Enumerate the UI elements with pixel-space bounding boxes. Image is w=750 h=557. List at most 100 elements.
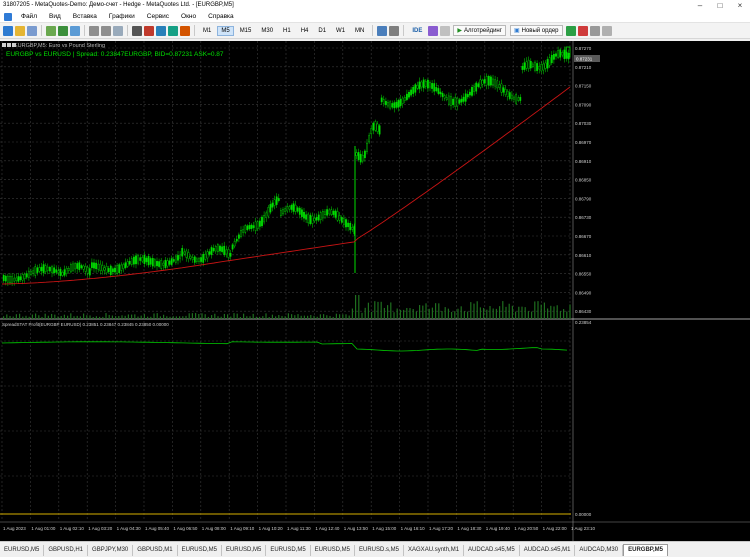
menu-file[interactable]: Файл [16, 13, 44, 20]
close-icon[interactable]: × [730, 0, 750, 11]
candle-body [130, 258, 133, 265]
candle-body [406, 93, 408, 100]
text-tool-icon[interactable] [180, 25, 190, 36]
price-chart[interactable]: 1 Aug 2023 1 Aug 01:00 1 Aug 02:10 1 Aug 03… [0, 41, 750, 541]
timeframe-m1[interactable]: M1 [199, 26, 215, 36]
menu-insert[interactable]: Вставка [68, 13, 104, 20]
grid-icon[interactable] [113, 25, 123, 36]
volume-bar [191, 313, 193, 319]
candle-body [9, 276, 11, 284]
screenshot-icon[interactable] [601, 25, 612, 36]
line-chart-icon[interactable] [70, 25, 80, 36]
menu-view[interactable]: Вид [44, 13, 68, 20]
chart-tab[interactable]: GBPJPY,M30 [88, 545, 134, 556]
algo-trading-button[interactable]: ▶ Алготрейдинг [453, 25, 506, 36]
zoom-out-icon[interactable] [101, 25, 111, 36]
candle-body [271, 202, 274, 208]
menu-service[interactable]: Сервис [142, 13, 176, 20]
candle-body [46, 266, 49, 271]
bar-chart-icon[interactable] [46, 25, 56, 36]
chart-minimize-icon[interactable] [2, 43, 6, 47]
chart-tab[interactable]: EURUSD.s,M5 [355, 545, 405, 556]
timeframe-m5[interactable]: M5 [217, 25, 234, 36]
candle-body [483, 79, 486, 84]
menu-charts[interactable]: Графики [104, 13, 142, 20]
volume-bar [95, 316, 97, 319]
chart-tab[interactable]: XAGXAU.synth,M1 [404, 545, 465, 556]
chart-tab[interactable]: AUDCAD,M30 [575, 545, 624, 556]
candle-body [36, 267, 39, 273]
crosshair-icon[interactable] [132, 25, 142, 36]
horizontal-line-icon[interactable] [156, 25, 166, 36]
volume-bar [140, 315, 142, 319]
volume-bar [451, 311, 453, 319]
indicators-icon[interactable] [377, 25, 388, 36]
candle-body [225, 249, 228, 255]
chart-tab[interactable]: EURUSD,M5 [266, 545, 311, 556]
volume-bar [134, 314, 136, 319]
candle-body [214, 246, 217, 252]
new-order-button[interactable]: ▣ Новый ордер [509, 25, 563, 36]
timeframe-h4[interactable]: H4 [297, 26, 313, 36]
chart-maximize-icon[interactable] [7, 43, 11, 47]
timeframe-m30[interactable]: M30 [257, 26, 277, 36]
chart-tab[interactable]: AUDCAD.s45,M1 [520, 545, 576, 556]
timeframe-d1[interactable]: D1 [314, 26, 330, 36]
candlestick-icon[interactable] [58, 25, 68, 36]
candle-body [172, 259, 175, 262]
candle-body [153, 259, 156, 267]
profiles-icon[interactable] [27, 25, 37, 36]
minimize-icon[interactable]: – [690, 0, 710, 11]
candle-body [277, 198, 280, 201]
menu-window[interactable]: Окно [176, 13, 203, 20]
strategy-tester-icon[interactable] [428, 25, 439, 36]
open-folder-icon[interactable] [15, 25, 25, 36]
candle-body [179, 254, 181, 259]
candle-body [44, 265, 47, 272]
buy-icon[interactable] [565, 25, 576, 36]
candle-body [559, 49, 562, 58]
sell-icon[interactable] [577, 25, 588, 36]
chart-tab[interactable]: AUDCAD.s45,M5 [464, 545, 520, 556]
volume-bar [342, 314, 344, 319]
timeframe-mn[interactable]: MN [351, 26, 368, 36]
candle-body [494, 79, 496, 87]
metatrader-app-icon[interactable] [4, 12, 12, 21]
volume-bar [108, 314, 110, 319]
candle-body [261, 216, 263, 227]
volume-bar [185, 315, 187, 319]
candle-body [227, 249, 230, 258]
line-tool-icon[interactable] [144, 25, 154, 36]
chart-tab[interactable]: EURUSD,M5 [311, 545, 355, 556]
templates-icon[interactable] [389, 25, 400, 36]
candle-body [147, 256, 150, 266]
candle-body [135, 255, 137, 265]
maximize-icon[interactable]: □ [710, 0, 730, 11]
chart-tab[interactable]: EURUSD,M5 [222, 545, 267, 556]
fibonacci-icon[interactable] [168, 25, 178, 36]
candle-body [191, 257, 194, 260]
candle-body [40, 266, 43, 272]
timeframe-m15[interactable]: M15 [236, 26, 256, 36]
volume-bar [486, 309, 488, 319]
depth-of-market-icon[interactable] [589, 25, 600, 36]
timeframe-w1[interactable]: W1 [332, 26, 349, 36]
menu-bar: Файл Вид Вставка Графики Сервис Окно Справка [0, 11, 750, 23]
menu-help[interactable]: Справка [203, 13, 241, 20]
time-label: 1 Aug 13:50 [344, 526, 369, 531]
volume-bar [159, 316, 161, 319]
chart-tab[interactable]: GBPUSD,M1 [133, 545, 178, 556]
chart-tab[interactable]: EURUSD,M5 [0, 545, 45, 556]
volume-bar [166, 316, 168, 319]
candle-body [189, 255, 192, 259]
chart-tab[interactable]: EURGBP,M5 [623, 544, 669, 556]
chart-window[interactable]: 1 Aug 2023 1 Aug 01:00 1 Aug 02:10 1 Aug 03… [0, 41, 750, 541]
zoom-in-icon[interactable] [89, 25, 99, 36]
toolbar: M1 M5 M15 M30 H1 H4 D1 W1 MN IDE ▶ Алготрейдинг … [0, 23, 750, 39]
market-icon[interactable] [440, 25, 451, 36]
chart-tab[interactable]: EURUSD,M5 [178, 545, 222, 556]
chart-tab[interactable]: GBPUSD,H1 [44, 545, 89, 556]
ide-button[interactable]: IDE [408, 26, 426, 36]
new-chart-icon[interactable] [3, 25, 13, 36]
timeframe-h1[interactable]: H1 [279, 26, 295, 36]
